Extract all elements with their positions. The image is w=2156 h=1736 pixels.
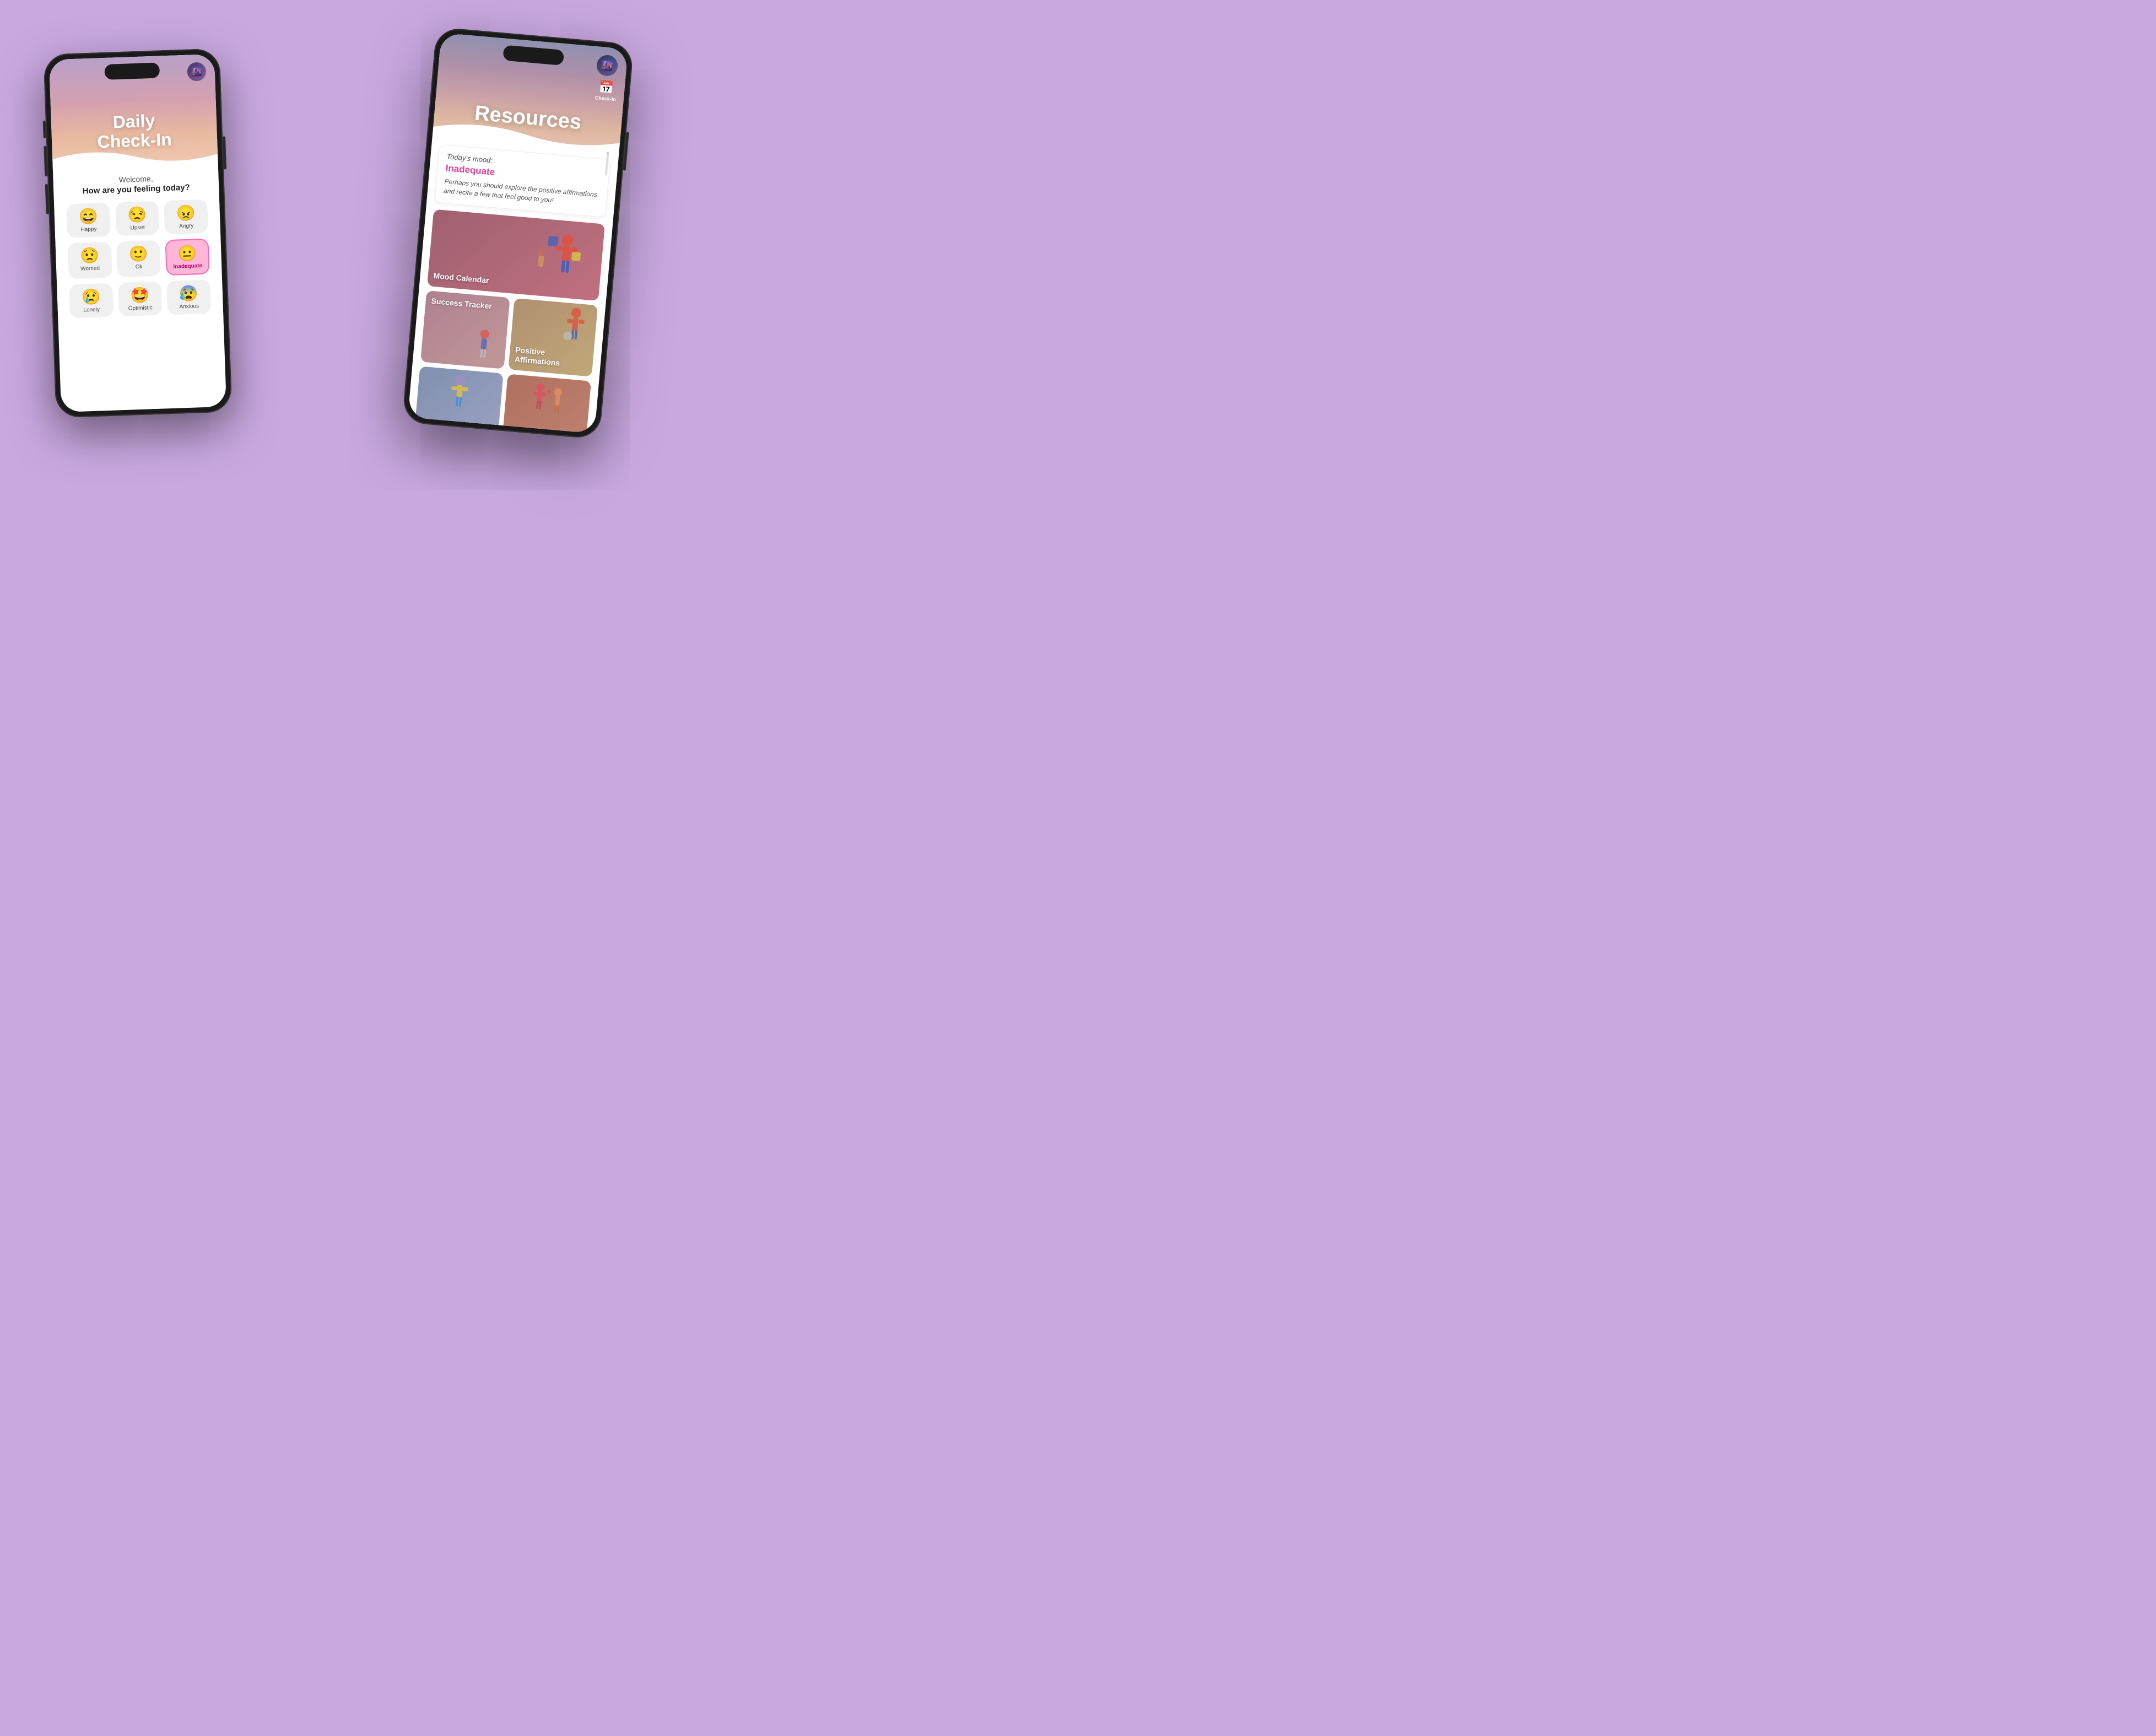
angry-emoji: 😠	[176, 205, 196, 221]
upset-label: Upset	[130, 224, 144, 231]
emoji-worried[interactable]: 😟 Worried	[68, 241, 112, 279]
lonely-emoji: 😢	[81, 289, 101, 305]
ok-emoji: 🙂	[128, 246, 148, 262]
calendar-icon: 📅	[598, 79, 615, 95]
mood-card: Today's mood: Inadequate Perhaps you sho…	[434, 144, 610, 217]
notch-left	[104, 62, 160, 79]
happy-emoji: 😄	[78, 208, 98, 224]
mood-calendar-label: Mood Calendar	[433, 271, 489, 285]
notch-right	[502, 45, 564, 65]
mood-calendar-illustration	[522, 223, 593, 294]
side-buttons-left	[43, 120, 49, 214]
resources-content: Today's mood: Inadequate Perhaps you sho…	[408, 137, 619, 433]
inadequate-emoji: 😐	[177, 245, 197, 261]
ok-label: Ok	[136, 263, 143, 269]
bottom-right-illustration: ♥ ♥	[523, 378, 571, 426]
upset-emoji: 😒	[127, 207, 147, 223]
emoji-upset[interactable]: 😒 Upset	[115, 201, 160, 236]
emoji-anxious[interactable]: 😰 Anxious	[166, 279, 211, 315]
mute-button	[43, 120, 46, 138]
success-tracker-illustration	[463, 324, 505, 366]
phone-right-screen: 🌆 📅 Check-In Resources	[408, 33, 628, 433]
optimistic-emoji: 🤩	[130, 287, 150, 303]
volume-down-button	[45, 184, 49, 214]
emoji-grid: 😄 Happy 😒 Upset 😠 Angry 😟 Worried	[63, 199, 214, 318]
mood-calendar-card[interactable]: Mood Calendar	[427, 209, 605, 301]
inadequate-label: Inadequate	[173, 262, 202, 269]
emoji-happy[interactable]: 😄 Happy	[66, 202, 111, 238]
power-button	[223, 136, 226, 169]
bottom-card-right[interactable]: ♥ ♥	[501, 374, 591, 433]
phone-left: 🌆 Daily Check-In Welcome, How are you fe…	[44, 48, 233, 418]
anxious-label: Anxious	[179, 303, 199, 310]
emoji-ok[interactable]: 🙂 Ok	[116, 240, 161, 277]
affirmations-illustration	[555, 304, 595, 351]
happy-label: Happy	[80, 226, 96, 233]
mood-calendar-bg: Mood Calendar	[427, 209, 605, 301]
phone-right-header: 🌆 📅 Check-In Resources	[433, 33, 628, 153]
anxious-emoji: 😰	[179, 285, 199, 301]
bottom-left-bg	[415, 366, 504, 433]
emoji-angry[interactable]: 😠 Angry	[164, 199, 208, 234]
lonely-label: Lonely	[83, 306, 100, 313]
success-tracker-label: Success Tracker	[431, 296, 493, 311]
worried-emoji: 😟	[80, 247, 100, 263]
phone-left-content: Welcome, How are you feeling today? 😄 Ha…	[53, 164, 224, 325]
bottom-right-bg: ♥ ♥	[502, 374, 591, 433]
power-button-right	[623, 132, 629, 170]
angry-label: Angry	[179, 223, 193, 229]
bottom-card-left[interactable]	[414, 366, 504, 433]
check-in-button[interactable]: 📅 Check-In	[595, 79, 617, 102]
scene: 🌆 Daily Check-In Welcome, How are you fe…	[28, 18, 634, 514]
emoji-optimistic[interactable]: 🤩 Optimistic	[118, 281, 163, 316]
phone-right: 🌆 📅 Check-In Resources	[402, 26, 634, 439]
success-tracker-card[interactable]: Success Tracker	[420, 290, 510, 369]
volume-up-button	[44, 145, 47, 176]
phone-left-screen: 🌆 Daily Check-In Welcome, How are you fe…	[49, 53, 226, 412]
avatar-left: 🌆	[187, 62, 206, 81]
success-tracker-bg: Success Tracker	[420, 290, 510, 369]
phone-left-header: 🌆 Daily Check-In	[49, 53, 218, 169]
positive-affirmations-card[interactable]: Positive Affirmations	[508, 298, 598, 376]
positive-affirmations-bg: Positive Affirmations	[508, 298, 598, 376]
emoji-lonely[interactable]: 😢 Lonely	[69, 283, 114, 318]
avatar-right: 🌆	[596, 54, 619, 77]
emoji-inadequate[interactable]: 😐 Inadequate	[165, 238, 210, 276]
resources-grid: Mood Calendar	[414, 209, 605, 433]
check-in-label: Check-In	[595, 95, 616, 102]
svg-text:♥: ♥	[547, 387, 552, 396]
worried-label: Worried	[80, 265, 100, 272]
optimistic-label: Optimistic	[128, 305, 153, 312]
bottom-left-illustration	[437, 370, 482, 418]
